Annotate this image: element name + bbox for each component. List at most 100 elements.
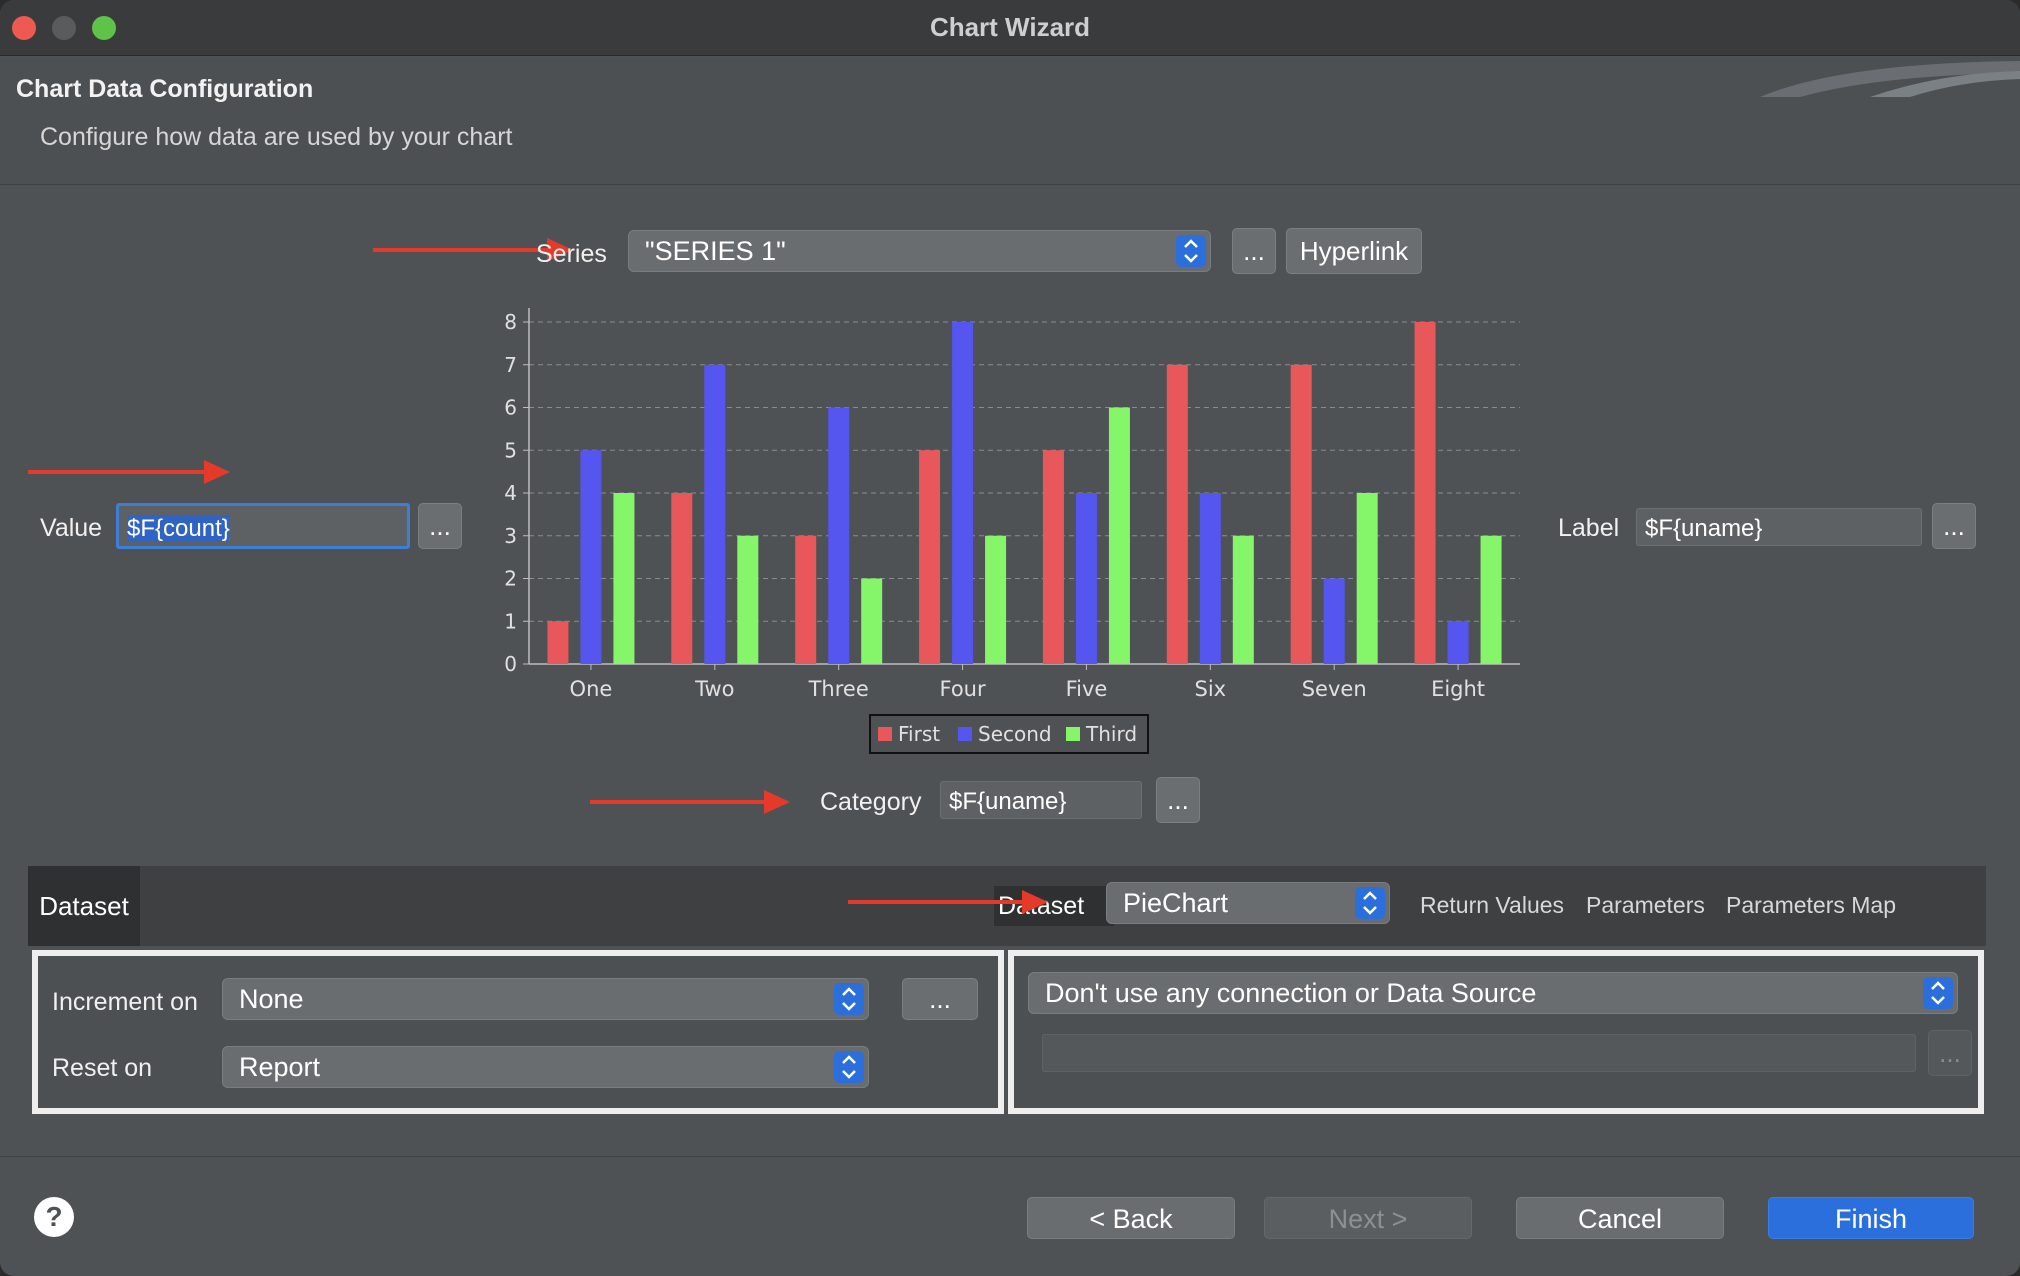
help-icon[interactable]: ? <box>34 1197 74 1237</box>
chevron-updown-icon <box>842 1055 856 1079</box>
bar-second <box>828 407 850 664</box>
label-expression-button[interactable]: ... <box>1932 503 1976 549</box>
bar-third <box>1356 493 1378 664</box>
value-expression-input[interactable]: $F{count} <box>116 503 410 549</box>
connection-select[interactable]: Don't use any connection or Data Source <box>1028 972 1958 1014</box>
tab-return-values[interactable]: Return Values <box>1420 892 1564 919</box>
reset-on-label: Reset on <box>52 1054 153 1082</box>
increment-on-toggle[interactable] <box>834 983 864 1015</box>
header-decoration-icon <box>1760 61 2020 97</box>
dataset-tab-bar: Dataset Dataset PieChart Return Values P… <box>28 866 1986 946</box>
title-bar: Chart Wizard <box>0 0 2020 56</box>
increment-reset-panel: Increment on None ... Reset on Report <box>32 950 1004 1114</box>
y-tick-label: 1 <box>504 609 517 633</box>
bar-second <box>1199 493 1221 664</box>
increment-expression-button[interactable]: ... <box>902 978 978 1020</box>
value-expression-text: $F{count} <box>127 515 230 542</box>
bar-third <box>737 535 759 664</box>
connection-panel: Don't use any connection or Data Source … <box>1008 950 1984 1114</box>
y-tick-label: 5 <box>504 438 517 462</box>
dataset-select-toggle[interactable] <box>1355 887 1385 919</box>
y-tick-label: 4 <box>504 481 517 505</box>
bar-third <box>1480 535 1502 664</box>
label-expression-input[interactable]: $F{uname} <box>1636 508 1922 546</box>
chevron-updown-icon <box>842 987 856 1011</box>
finish-button[interactable]: Finish <box>1768 1197 1974 1239</box>
x-tick-label: Seven <box>1302 677 1367 701</box>
bar-second <box>1447 621 1469 664</box>
cancel-button[interactable]: Cancel <box>1516 1197 1724 1239</box>
x-tick-label: One <box>570 677 613 701</box>
x-tick-label: Four <box>940 677 986 701</box>
hyperlink-button[interactable]: Hyperlink <box>1286 228 1422 274</box>
category-expression-input[interactable]: $F{uname} <box>940 781 1142 819</box>
dataset-select[interactable]: PieChart <box>1106 882 1390 924</box>
tab-dataset[interactable]: Dataset <box>28 866 140 946</box>
bar-first <box>795 535 817 664</box>
tab-parameters[interactable]: Parameters <box>1586 892 1705 919</box>
bar-first <box>1042 450 1064 664</box>
annotation-arrow <box>28 460 230 484</box>
chevron-updown-icon <box>1931 981 1945 1005</box>
y-tick-label: 6 <box>504 396 517 420</box>
value-expression-button[interactable]: ... <box>418 503 462 549</box>
bar-second <box>580 450 602 664</box>
connection-expression-input <box>1042 1034 1916 1072</box>
series-select-toggle[interactable] <box>1176 235 1206 267</box>
increment-on-value: None <box>239 984 304 1014</box>
bar-third <box>985 535 1007 664</box>
bar-first <box>547 621 569 664</box>
bar-first <box>1414 322 1436 664</box>
next-button[interactable]: Next > <box>1264 1197 1472 1239</box>
bar-first <box>1166 364 1188 664</box>
reset-on-value: Report <box>239 1052 321 1082</box>
y-tick-label: 8 <box>504 310 517 334</box>
bar-third <box>1232 535 1254 664</box>
bar-second <box>952 322 974 664</box>
reset-on-toggle[interactable] <box>834 1051 864 1083</box>
series-expression-button[interactable]: ... <box>1232 228 1276 274</box>
connection-expression-button: ... <box>1928 1030 1972 1076</box>
bar-first <box>919 450 941 664</box>
bar-first <box>671 493 693 664</box>
x-tick-label: Eight <box>1431 677 1485 701</box>
value-label: Value <box>40 514 103 542</box>
legend-swatch-first <box>878 727 892 741</box>
y-tick-label: 7 <box>504 353 517 377</box>
series-select-value: "SERIES 1" <box>645 236 786 266</box>
connection-select-toggle[interactable] <box>1923 977 1953 1009</box>
legend-swatch-second <box>958 727 972 741</box>
chart-wizard-window: Chart Wizard Chart Data Configuration Co… <box>0 0 2020 1276</box>
increment-on-select[interactable]: None <box>222 978 869 1020</box>
tab-parameters-map[interactable]: Parameters Map <box>1726 892 1896 919</box>
reset-on-select[interactable]: Report <box>222 1046 869 1088</box>
x-tick-label: Two <box>694 677 734 701</box>
x-tick-label: Six <box>1195 677 1227 701</box>
legend-label-third: Third <box>1085 722 1137 746</box>
wizard-header: Chart Data Configuration Configure how d… <box>0 57 2020 185</box>
bar-third <box>1108 407 1130 664</box>
y-tick-label: 3 <box>504 524 517 548</box>
page-subtitle: Configure how data are used by your char… <box>40 123 513 151</box>
annotation-arrow <box>848 890 1048 914</box>
chevron-updown-icon <box>1363 891 1377 915</box>
label-label: Label <box>1558 514 1620 542</box>
category-expression-button[interactable]: ... <box>1156 777 1200 823</box>
increment-on-label: Increment on <box>52 988 198 1016</box>
page-title: Chart Data Configuration <box>16 75 314 103</box>
annotation-arrow <box>590 790 790 814</box>
series-select[interactable]: "SERIES 1" <box>628 230 1211 272</box>
bar-second <box>1323 578 1345 664</box>
bar-second <box>1075 493 1097 664</box>
legend-swatch-third <box>1066 727 1080 741</box>
bar-first <box>1290 364 1312 664</box>
series-label: Series <box>536 240 607 268</box>
chart-preview: 0 1 2 3 4 5 6 7 8 One Two Three Four Five Six Seven Eigh… <box>504 308 1520 754</box>
chevron-updown-icon <box>1184 239 1198 263</box>
back-button[interactable]: < Back <box>1027 1197 1235 1239</box>
bar-third <box>861 578 883 664</box>
y-tick-label: 2 <box>504 567 517 591</box>
legend-label-second: Second <box>978 722 1052 746</box>
connection-select-value: Don't use any connection or Data Source <box>1045 978 1537 1008</box>
x-tick-label: Three <box>808 677 869 701</box>
